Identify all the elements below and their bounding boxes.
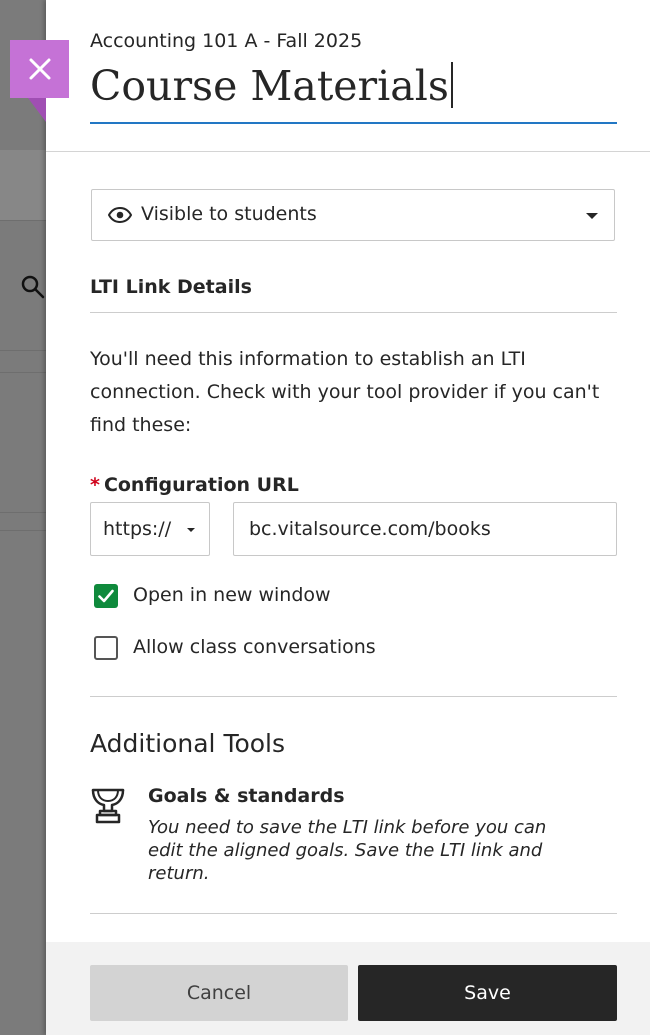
trophy-icon (91, 788, 125, 824)
required-marker: * (90, 474, 100, 496)
panel-footer: Cancel Save (46, 942, 650, 1035)
chevron-down-icon (586, 213, 598, 219)
text-caret (450, 62, 453, 108)
protocol-select[interactable]: https:// (90, 502, 210, 556)
section-divider (90, 696, 617, 697)
title-value[interactable]: Course Materials (90, 62, 449, 110)
lti-section-title: LTI Link Details (90, 276, 252, 298)
background-page (0, 0, 46, 1035)
panel-header: Accounting 101 A - Fall 2025 Course Mate… (46, 0, 650, 152)
close-icon (29, 58, 51, 80)
section-divider (90, 312, 617, 313)
goals-description: You need to save the LTI link before you… (148, 817, 547, 884)
close-panel-button[interactable] (10, 40, 69, 98)
open-new-window-checkbox[interactable]: Open in new window (94, 582, 384, 612)
lti-info-text: You'll need this information to establis… (90, 348, 600, 436)
background-divider (0, 350, 46, 351)
checkbox-checked[interactable] (94, 584, 118, 608)
allow-conversations-checkbox[interactable]: Allow class conversations (94, 634, 384, 664)
allow-conversations-label: Allow class conversations (133, 636, 376, 658)
config-url-label-text: Configuration URL (103, 474, 299, 496)
cancel-button[interactable]: Cancel (90, 965, 348, 1021)
background-band (0, 150, 46, 220)
additional-tools-title: Additional Tools (90, 729, 286, 758)
background-divider (0, 372, 46, 373)
open-new-window-label: Open in new window (133, 584, 331, 606)
protocol-value: https:// (103, 518, 172, 540)
chevron-down-icon (187, 528, 195, 532)
visibility-dropdown[interactable]: Visible to students (91, 189, 615, 241)
close-button-tab (28, 98, 46, 122)
visibility-label: Visible to students (141, 203, 317, 225)
checkmark-icon (98, 589, 114, 603)
background-divider (0, 530, 46, 531)
checkbox-unchecked[interactable] (94, 636, 118, 660)
lti-link-panel: Accounting 101 A - Fall 2025 Course Mate… (46, 0, 650, 1035)
section-divider (90, 913, 617, 914)
config-url-label: * Configuration URL (90, 474, 299, 496)
config-url-input[interactable] (233, 502, 617, 556)
title-field[interactable]: Course Materials (90, 60, 617, 124)
search-icon[interactable] (20, 274, 46, 300)
background-divider (0, 512, 46, 513)
goals-title: Goals & standards (148, 785, 345, 807)
course-name: Accounting 101 A - Fall 2025 (90, 30, 363, 52)
eye-icon (108, 207, 132, 223)
save-button[interactable]: Save (358, 965, 617, 1021)
background-divider (0, 220, 46, 221)
